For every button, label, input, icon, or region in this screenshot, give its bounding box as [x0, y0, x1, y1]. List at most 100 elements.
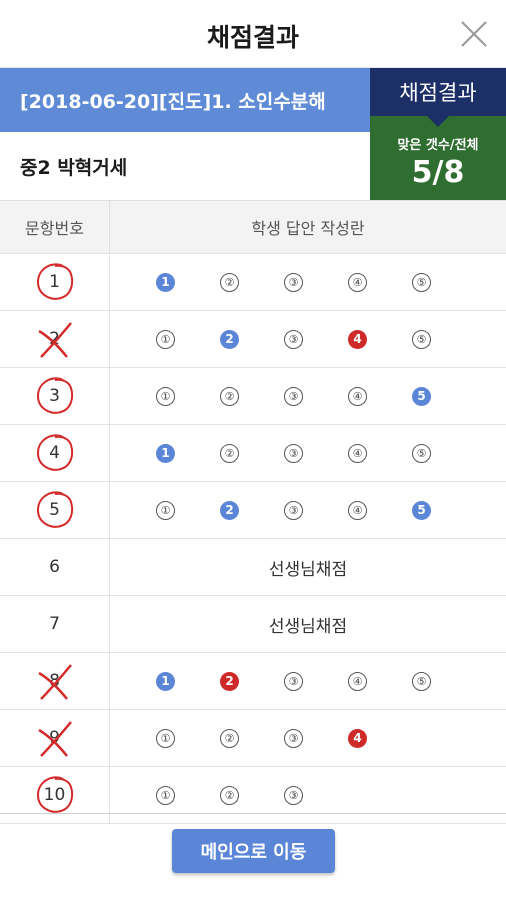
- answer-cell: ① ② ③ 4: [110, 710, 506, 767]
- answer-choices: ① ② ③: [110, 786, 506, 805]
- choice-option[interactable]: ④: [348, 387, 367, 406]
- answer-choices: ① ② ③ ④ 5: [110, 387, 506, 406]
- answer-cell: 1 ② ③ ④ ⑤: [110, 425, 506, 482]
- question-number: 9: [35, 718, 75, 758]
- answer-choices: 1 ② ③ ④ ⑤: [110, 444, 506, 463]
- choice-option[interactable]: 5: [412, 501, 431, 520]
- score-caption: 맞은 갯수/전체: [370, 134, 506, 153]
- choice-option[interactable]: 2: [220, 672, 239, 691]
- choice-option[interactable]: ④: [348, 672, 367, 691]
- answer-choices: 1 2 ③ ④ ⑤: [110, 672, 506, 691]
- choice-option[interactable]: ②: [220, 444, 239, 463]
- exam-info: [2018-06-20][진도]1. 소인수분해 중2 박혁거세 채점결과 맞은…: [0, 68, 506, 200]
- question-number: 10: [35, 775, 75, 815]
- question-number-cell: 8: [0, 653, 110, 710]
- question-number-cell: 7: [0, 596, 110, 653]
- choice-option[interactable]: ②: [220, 786, 239, 805]
- question-number-cell: 3: [0, 368, 110, 425]
- choice-option[interactable]: ②: [220, 729, 239, 748]
- answer-cell: 1 ② ③ ④ ⑤: [110, 254, 506, 311]
- student-name: 중2 박혁거세: [0, 132, 370, 200]
- choice-option[interactable]: ①: [156, 786, 175, 805]
- choice-option[interactable]: ①: [156, 729, 175, 748]
- question-number-cell: 9: [0, 710, 110, 767]
- choice-option[interactable]: ③: [284, 444, 303, 463]
- choice-option[interactable]: 1: [156, 672, 175, 691]
- score-value: 5/8: [370, 155, 506, 190]
- wrong-mark-icon: [33, 716, 77, 760]
- choice-option[interactable]: ①: [156, 501, 175, 520]
- answer-table: 문항번호 학생 답안 작성란 1 1 ② ③ ④ ⑤ 2 ① 2 ③ 4 ⑤ 3 ① ② ③ ④ 5 4 1 ② ③ ④ ⑤ 5…: [0, 200, 506, 824]
- question-number: 4: [35, 433, 75, 473]
- result-score-panel: 맞은 갯수/전체 5/8: [370, 116, 506, 200]
- choice-option[interactable]: ⑤: [412, 444, 431, 463]
- page-title: 채점결과: [0, 18, 506, 54]
- choice-option[interactable]: 4: [348, 330, 367, 349]
- table-row: 5 ① 2 ③ ④ 5: [0, 482, 506, 539]
- answer-choices: ① ② ③ 4: [110, 729, 506, 748]
- choice-option[interactable]: ②: [220, 273, 239, 292]
- question-number-cell: 5: [0, 482, 110, 539]
- table-row: 8 1 2 ③ ④ ⑤: [0, 653, 506, 710]
- question-number: 2: [35, 319, 75, 359]
- table-header-row: 문항번호 학생 답안 작성란: [0, 201, 506, 254]
- close-icon[interactable]: [460, 20, 488, 48]
- result-arrow: [426, 115, 450, 127]
- choice-option[interactable]: ③: [284, 786, 303, 805]
- choice-option[interactable]: 1: [156, 273, 175, 292]
- answer-cell: 선생님채점: [110, 539, 506, 596]
- choice-option[interactable]: ④: [348, 501, 367, 520]
- choice-option[interactable]: ③: [284, 672, 303, 691]
- exam-title: [2018-06-20][진도]1. 소인수분해: [0, 68, 370, 132]
- teacher-grading-label: 선생님채점: [110, 555, 506, 580]
- table-row: 3 ① ② ③ ④ 5: [0, 368, 506, 425]
- column-header-number: 문항번호: [0, 201, 110, 254]
- go-main-button[interactable]: 메인으로 이동: [172, 829, 335, 873]
- choice-option[interactable]: ③: [284, 273, 303, 292]
- choice-option[interactable]: ⑤: [412, 330, 431, 349]
- question-number-cell: 2: [0, 311, 110, 368]
- choice-option[interactable]: ③: [284, 387, 303, 406]
- choice-option[interactable]: ②: [220, 387, 239, 406]
- choice-option[interactable]: ④: [348, 273, 367, 292]
- choice-option[interactable]: ③: [284, 330, 303, 349]
- choice-option[interactable]: ⑤: [412, 273, 431, 292]
- choice-option[interactable]: ③: [284, 501, 303, 520]
- question-number-cell: 1: [0, 254, 110, 311]
- question-number: 6: [35, 547, 75, 587]
- answer-choices: ① 2 ③ 4 ⑤: [110, 330, 506, 349]
- correct-mark-icon: [33, 773, 77, 817]
- choice-option[interactable]: 5: [412, 387, 431, 406]
- correct-mark-icon: [33, 431, 77, 475]
- correct-mark-icon: [33, 488, 77, 532]
- answer-cell: ① 2 ③ ④ 5: [110, 482, 506, 539]
- choice-option[interactable]: 2: [220, 501, 239, 520]
- choice-option[interactable]: ④: [348, 444, 367, 463]
- result-label: 채점결과: [370, 68, 506, 116]
- answer-cell: ① ② ③ ④ 5: [110, 368, 506, 425]
- answer-choices: 1 ② ③ ④ ⑤: [110, 273, 506, 292]
- question-number-cell: 4: [0, 425, 110, 482]
- answer-cell: 1 2 ③ ④ ⑤: [110, 653, 506, 710]
- choice-option[interactable]: 4: [348, 729, 367, 748]
- choice-option[interactable]: ①: [156, 330, 175, 349]
- answer-cell: 선생님채점: [110, 596, 506, 653]
- table-row: 7 선생님채점: [0, 596, 506, 653]
- choice-option[interactable]: ①: [156, 387, 175, 406]
- correct-mark-icon: [33, 374, 77, 418]
- choice-option[interactable]: ⑤: [412, 672, 431, 691]
- footer: 메인으로 이동: [0, 813, 506, 901]
- teacher-grading-label: 선생님채점: [110, 612, 506, 637]
- table-row: 6 선생님채점: [0, 539, 506, 596]
- table-row: 2 ① 2 ③ 4 ⑤: [0, 311, 506, 368]
- question-number: 5: [35, 490, 75, 530]
- question-number: 1: [35, 262, 75, 302]
- question-number: 7: [35, 604, 75, 644]
- choice-option[interactable]: ③: [284, 729, 303, 748]
- correct-mark-icon: [33, 260, 77, 304]
- choice-option[interactable]: 2: [220, 330, 239, 349]
- question-number-cell: 6: [0, 539, 110, 596]
- choice-option[interactable]: 1: [156, 444, 175, 463]
- question-number: 3: [35, 376, 75, 416]
- question-number: 8: [35, 661, 75, 701]
